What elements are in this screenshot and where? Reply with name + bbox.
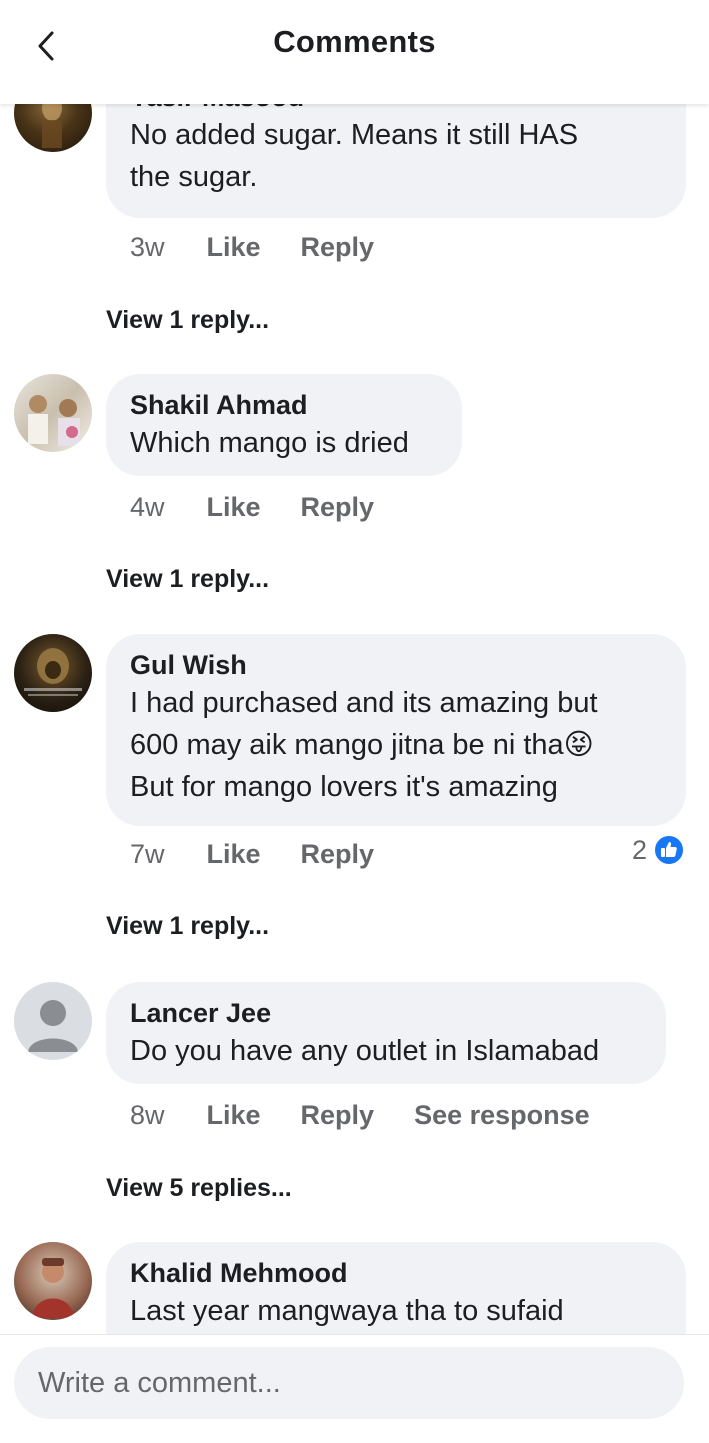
like-button[interactable]: Like <box>207 232 261 263</box>
view-replies-link[interactable]: View 1 reply... <box>106 565 269 594</box>
comment-time: 3w <box>130 231 165 262</box>
reply-button[interactable]: Reply <box>301 492 375 523</box>
comment-text: the sugar. <box>130 161 258 193</box>
comment-text: Last year mangwaya tha to sufaid <box>130 1295 564 1327</box>
comment-author[interactable]: Lancer Jee <box>130 996 642 1030</box>
comment-bubble[interactable]: Khalid Mehmood Last year mangwaya tha to… <box>106 1242 686 1334</box>
comment-time: 8w <box>130 1099 165 1130</box>
comment-author[interactable]: Khalid Mehmood <box>130 1256 662 1290</box>
comment-author[interactable]: Yasir Masood <box>130 104 662 114</box>
reply-button[interactable]: Reply <box>301 839 375 870</box>
comment-text: 600 may aik mango jitna be ni tha😝 <box>130 729 594 761</box>
view-replies-link[interactable]: View 1 reply... <box>106 306 269 335</box>
comment-bubble[interactable]: Lancer Jee Do you have any outlet in Isl… <box>106 982 666 1084</box>
avatar[interactable] <box>14 982 92 1060</box>
avatar[interactable] <box>14 104 92 152</box>
comment-actions: 8w Like Reply See response <box>130 1095 630 1135</box>
person-icon <box>28 1000 78 1052</box>
comment-text: No added sugar. Means it still HAS <box>130 119 579 151</box>
comment-bubble[interactable]: Yasir Masood No added sugar. Means it st… <box>106 104 686 218</box>
app-header: Comments <box>0 0 709 104</box>
comment-actions: 3w Like Reply <box>130 227 414 267</box>
reaction-summary[interactable]: 2 <box>632 834 685 866</box>
view-replies-link[interactable]: View 1 reply... <box>106 912 269 941</box>
avatar[interactable] <box>14 1242 92 1320</box>
page-title: Comments <box>273 24 436 59</box>
comment-text: I had purchased and its amazing but <box>130 687 598 719</box>
comment-bubble[interactable]: Shakil Ahmad Which mango is dried <box>106 374 462 476</box>
comments-feed[interactable]: Yasir Masood No added sugar. Means it st… <box>0 104 709 1334</box>
reply-button[interactable]: Reply <box>301 232 375 263</box>
comment-text: Which mango is dried <box>130 427 409 459</box>
reaction-count: 2 <box>631 834 647 865</box>
see-response-button[interactable]: See response <box>414 1100 590 1131</box>
like-button[interactable]: Like <box>207 839 261 870</box>
avatar[interactable] <box>14 634 92 712</box>
comment-actions: 7w Like Reply <box>130 834 414 874</box>
comment-input[interactable] <box>14 1347 684 1419</box>
comment-time: 7w <box>130 838 165 869</box>
view-replies-link[interactable]: View 5 replies... <box>106 1174 292 1203</box>
comment-author[interactable]: Shakil Ahmad <box>130 388 438 422</box>
avatar[interactable] <box>14 374 92 452</box>
comment-time: 4w <box>130 491 165 522</box>
comment-actions: 4w Like Reply <box>130 487 414 527</box>
comment-text: Do you have any outlet in Islamabad <box>130 1035 600 1067</box>
like-button[interactable]: Like <box>207 492 261 523</box>
thumbs-up-icon <box>653 834 685 866</box>
comment-composer <box>0 1334 709 1443</box>
comment-bubble[interactable]: Gul Wish I had purchased and its amazing… <box>106 634 686 826</box>
comment-author[interactable]: Gul Wish <box>130 648 662 682</box>
like-button[interactable]: Like <box>207 1100 261 1131</box>
reply-button[interactable]: Reply <box>301 1100 375 1131</box>
comment-text: But for mango lovers it's amazing <box>130 771 558 803</box>
